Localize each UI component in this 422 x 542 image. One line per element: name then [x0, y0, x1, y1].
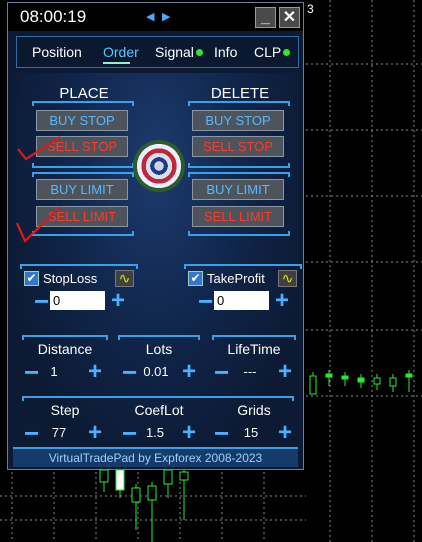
footer-credit: VirtualTradePad by Expforex 2008-2023 [13, 447, 298, 467]
stoploss-bracket-top [20, 264, 138, 269]
tab-order[interactable]: Order [103, 44, 139, 60]
candle-body [115, 469, 125, 491]
candle-body [389, 377, 397, 387]
takeprofit-checkbox[interactable]: ✔ [188, 271, 203, 286]
clp-status-icon [283, 49, 291, 56]
place-bracket-top [32, 101, 134, 106]
stoploss-label: StopLoss [43, 271, 98, 286]
tab-signal[interactable]: Signal [155, 44, 203, 60]
delete-sell-limit-button[interactable]: SELL LIMIT [192, 206, 284, 227]
grids-value[interactable]: 15 [234, 425, 268, 440]
chart-axis-label: 3 [307, 2, 314, 16]
step-label: Step [50, 402, 80, 418]
lots-label: Lots [145, 341, 173, 357]
tab-position[interactable]: Position [32, 44, 82, 60]
title-bar: 08:00:19 ◀ ▶ _ ✕ [8, 3, 303, 31]
stoploss-checkbox[interactable]: ✔ [24, 271, 39, 286]
takeprofit-label: TakeProfit [207, 271, 265, 286]
candle-body [147, 485, 157, 501]
step-value[interactable]: 77 [42, 425, 76, 440]
lots-bracket [118, 335, 200, 340]
candle-body [341, 375, 349, 380]
red-check-icon [15, 206, 61, 243]
lifetime-bracket [212, 335, 296, 340]
tab-info[interactable]: Info [214, 44, 237, 60]
lifetime-label: LifeTime [227, 341, 281, 357]
nav-left-icon[interactable]: ◀ [146, 10, 154, 23]
candle-body [405, 373, 413, 378]
delete-sell-stop-button[interactable]: SELL STOP [192, 136, 284, 157]
distance-value[interactable]: 1 [40, 364, 68, 379]
candle-body [357, 377, 365, 383]
coeflot-value[interactable]: 1.5 [138, 425, 172, 440]
delete-limit-bracket-bottom [188, 231, 290, 236]
minimize-button[interactable]: _ [255, 7, 276, 28]
takeprofit-bracket-top [184, 264, 302, 269]
takeprofit-minus-button[interactable]: − [198, 288, 213, 314]
nav-right-icon[interactable]: ▶ [162, 10, 170, 23]
distance-minus-button[interactable]: − [24, 359, 39, 385]
coeflot-label: CoefLot [134, 402, 184, 418]
delete-limit-bracket-top [188, 172, 290, 177]
red-check-icon [17, 136, 61, 161]
lifetime-plus-button[interactable]: + [278, 360, 292, 384]
stoploss-trail-wave-icon[interactable]: ∿ [115, 270, 134, 287]
distance-bracket [22, 335, 108, 340]
active-tab-indicator [103, 62, 130, 64]
place-buy-stop-button[interactable]: BUY STOP [36, 110, 128, 131]
delete-buy-limit-button[interactable]: BUY LIMIT [192, 179, 284, 200]
candle-body [309, 375, 317, 395]
lifetime-minus-button[interactable]: − [214, 359, 229, 385]
stoploss-input[interactable] [50, 291, 105, 310]
signal-status-icon [195, 49, 203, 56]
coeflot-minus-button[interactable]: − [122, 420, 137, 446]
candle-body [179, 471, 189, 481]
coeflot-plus-button[interactable]: + [182, 421, 196, 445]
tab-clp[interactable]: CLP [254, 44, 291, 60]
delete-stop-bracket-bottom [188, 163, 290, 168]
lots-minus-button[interactable]: − [122, 359, 137, 385]
candle-body [163, 469, 173, 485]
distance-label: Distance [37, 341, 93, 357]
stoploss-minus-button[interactable]: − [34, 288, 49, 314]
candle-body [131, 487, 141, 503]
delete-bracket-top [188, 101, 290, 106]
place-buy-limit-button[interactable]: BUY LIMIT [36, 179, 128, 200]
tab-signal-label: Signal [155, 44, 194, 60]
tab-clp-label: CLP [254, 44, 282, 60]
takeprofit-input[interactable] [214, 291, 269, 310]
order-tab-content: PLACE DELETE BUY STOP SELL STOP BUY LIMI… [12, 73, 302, 446]
lots-plus-button[interactable]: + [182, 360, 196, 384]
trade-panel: 08:00:19 ◀ ▶ _ ✕ Position Order Signal I… [7, 2, 304, 470]
close-button[interactable]: ✕ [279, 7, 300, 28]
takeprofit-trail-wave-icon[interactable]: ∿ [278, 270, 297, 287]
candle-body [99, 469, 109, 483]
grids-label: Grids [237, 402, 271, 418]
step-plus-button[interactable]: + [88, 421, 102, 445]
step-minus-button[interactable]: − [24, 420, 39, 446]
candle-body [373, 377, 381, 385]
lots-value[interactable]: 0.01 [136, 364, 176, 379]
distance-plus-button[interactable]: + [88, 360, 102, 384]
candle-body [325, 373, 333, 378]
grids-plus-button[interactable]: + [278, 421, 292, 445]
grids-minus-button[interactable]: − [214, 420, 229, 446]
lifetime-value[interactable]: --- [232, 364, 268, 379]
clock: 08:00:19 [20, 7, 87, 26]
grid-settings-bracket [22, 396, 294, 401]
takeprofit-plus-button[interactable]: + [275, 289, 289, 313]
delete-buy-stop-button[interactable]: BUY STOP [192, 110, 284, 131]
stoploss-plus-button[interactable]: + [111, 289, 125, 313]
place-limit-bracket-top [32, 172, 134, 177]
tab-bar: Position Order Signal Info CLP [16, 36, 299, 68]
place-header: PLACE [59, 85, 109, 102]
delete-header: DELETE [210, 85, 270, 102]
target-logo-icon [133, 140, 185, 192]
